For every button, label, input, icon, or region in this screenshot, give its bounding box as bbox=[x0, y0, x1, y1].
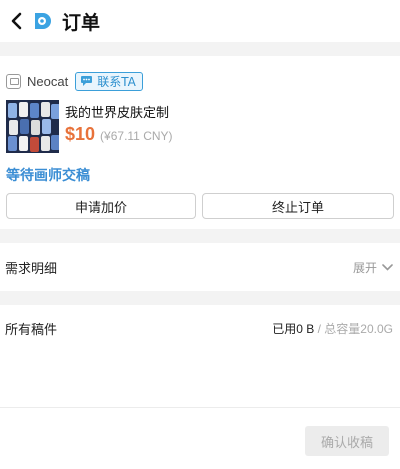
chevron-down-icon bbox=[382, 263, 393, 271]
storage-total: / 总容量20.0G bbox=[314, 321, 393, 336]
price-cny: (¥67.11 CNY) bbox=[100, 129, 173, 143]
storage-usage: 已用0 B / 总容量20.0G bbox=[272, 320, 393, 337]
divider bbox=[0, 42, 400, 56]
files-title: 所有稿件 bbox=[5, 322, 58, 338]
contact-label: 联系TA bbox=[97, 74, 136, 89]
order-card: Neocat 联系TA 我的世界皮肤定制 $10 (¥67.11 CNY) 等待… bbox=[0, 56, 400, 229]
requirements-title: 需求明细 bbox=[5, 261, 58, 277]
expand-label: 展开 bbox=[352, 260, 377, 275]
files-section: 所有稿件 已用0 B / 总容量20.0G bbox=[0, 305, 400, 397]
seller-row: Neocat 联系TA bbox=[6, 70, 394, 92]
product-name[interactable]: 我的世界皮肤定制 bbox=[65, 102, 173, 121]
divider bbox=[0, 229, 400, 243]
request-price-increase-button[interactable]: 申请加价 bbox=[6, 193, 196, 219]
terminate-order-button[interactable]: 终止订单 bbox=[202, 193, 394, 219]
chevron-left-icon bbox=[11, 12, 22, 30]
app-logo-icon bbox=[31, 10, 53, 32]
divider bbox=[0, 291, 400, 305]
page-title: 订单 bbox=[62, 11, 101, 34]
product-thumbnail[interactable] bbox=[6, 100, 59, 153]
order-status: 等待画师交稿 bbox=[6, 168, 90, 184]
footer-bar: 确认收稿 bbox=[0, 407, 400, 469]
price-usd: $10 bbox=[65, 124, 96, 144]
seller-name[interactable]: Neocat bbox=[27, 74, 68, 89]
confirm-receipt-button[interactable]: 确认收稿 bbox=[305, 426, 389, 456]
back-button[interactable] bbox=[8, 11, 24, 31]
chat-icon bbox=[80, 75, 93, 87]
order-actions: 申请加价 终止订单 bbox=[6, 193, 394, 219]
product-row: 我的世界皮肤定制 $10 (¥67.11 CNY) bbox=[6, 100, 394, 153]
product-info: 我的世界皮肤定制 $10 (¥67.11 CNY) bbox=[65, 100, 173, 153]
expand-button[interactable]: 展开 bbox=[353, 259, 393, 276]
storage-used: 已用0 B bbox=[272, 321, 315, 336]
price-line: $10 (¥67.11 CNY) bbox=[65, 124, 173, 145]
requirements-row[interactable]: 需求明细 展开 bbox=[0, 243, 400, 291]
files-row: 所有稿件 已用0 B / 总容量20.0G bbox=[0, 305, 400, 351]
contact-button[interactable]: 联系TA bbox=[75, 71, 143, 91]
top-bar: 订单 bbox=[0, 0, 400, 42]
shop-icon bbox=[6, 73, 21, 89]
